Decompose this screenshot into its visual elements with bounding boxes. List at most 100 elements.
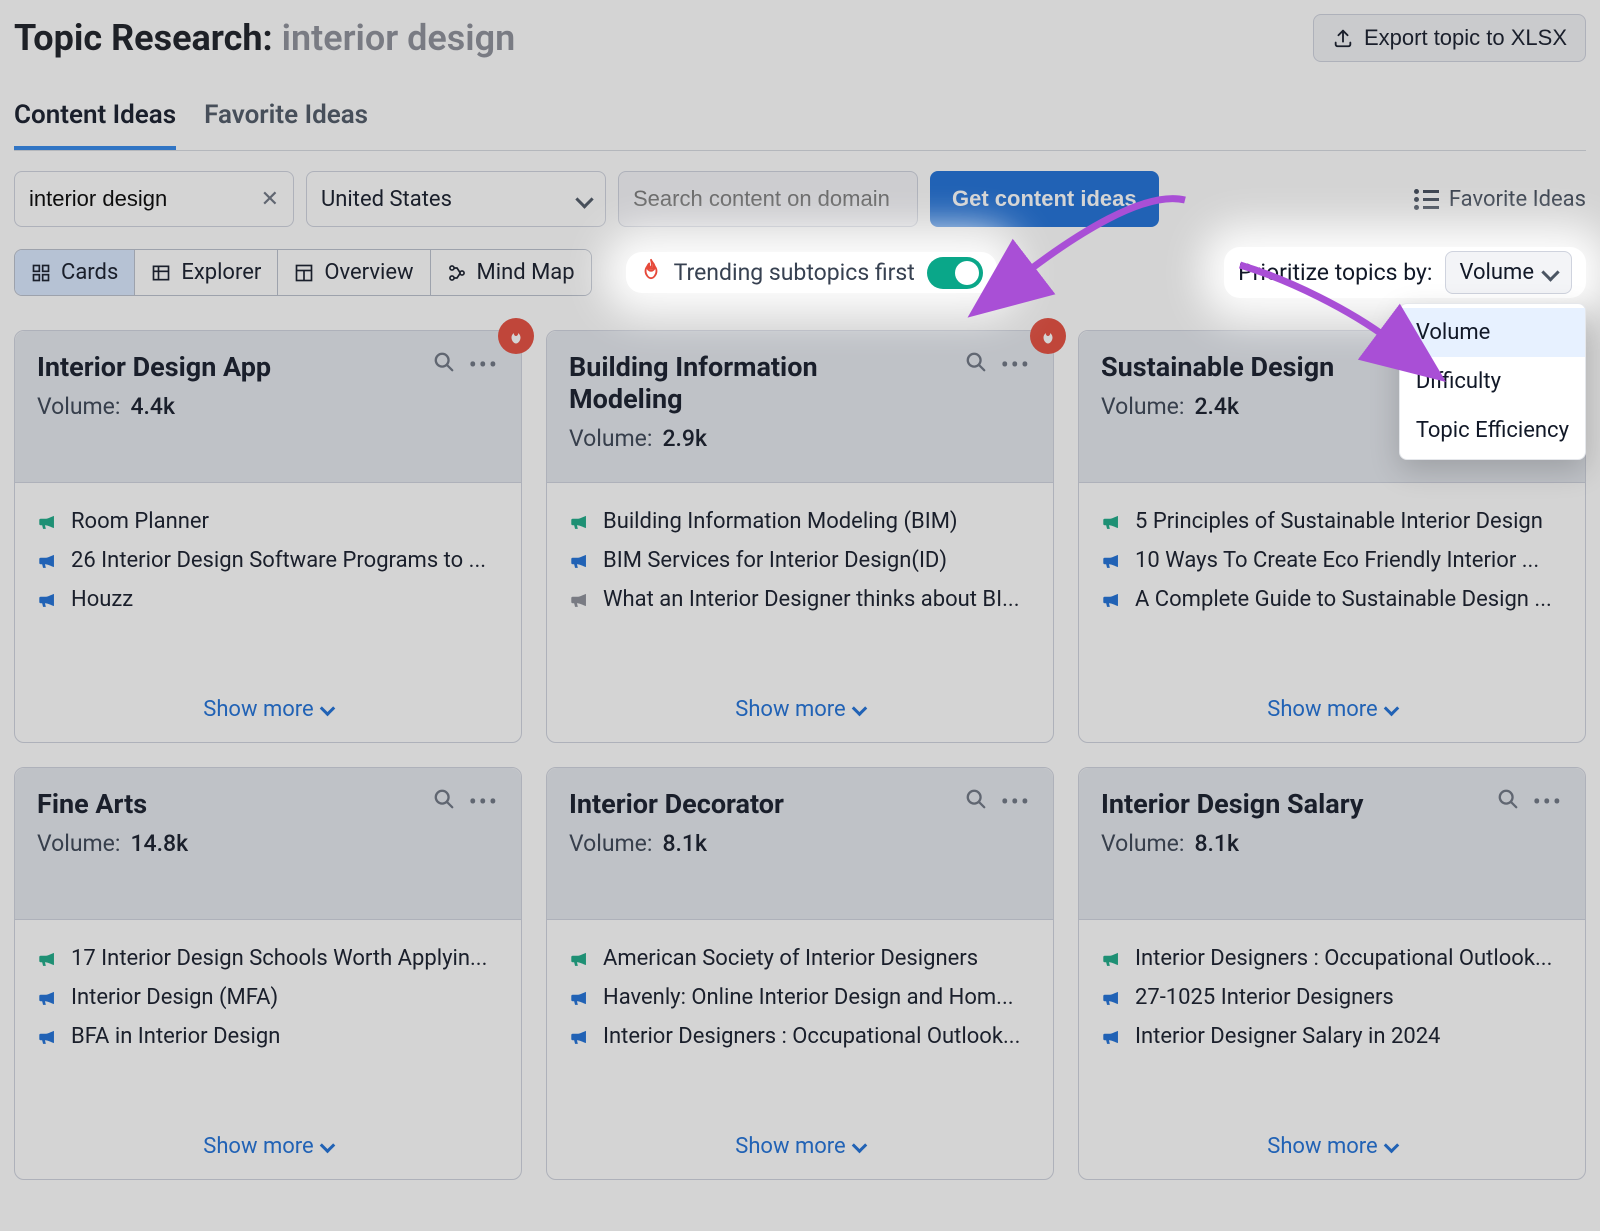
prioritize-select[interactable]: Volume [1445,251,1573,294]
idea-row[interactable]: Interior Designers : Occupational Outloo… [1101,946,1563,971]
export-label: Export topic to XLSX [1364,25,1567,51]
bullhorn-icon [569,948,591,970]
prioritize-option-topic-efficiency[interactable]: Topic Efficiency [1400,406,1585,455]
idea-text: What an Interior Designer thinks about B… [603,587,1020,612]
card-title[interactable]: Interior Decorator [569,788,784,820]
volume-label: Volume: [569,830,652,857]
export-button[interactable]: Export topic to XLSX [1313,14,1586,62]
idea-row[interactable]: BIM Services for Interior Design(ID) [569,548,1031,573]
get-content-ideas-button[interactable]: Get content ideas [930,171,1159,227]
bullhorn-icon [37,511,59,533]
prioritize-dropdown: Volume Difficulty Topic Efficiency [1399,303,1586,460]
view-explorer-button[interactable]: Explorer [135,250,278,295]
view-switcher: Cards Explorer Overview Mind Map [14,249,592,296]
show-more-button[interactable]: Show more [547,1120,1053,1179]
domain-search-wrap[interactable] [618,171,918,227]
favorite-ideas-label: Favorite Ideas [1449,187,1586,212]
tab-favorite-ideas[interactable]: Favorite Ideas [204,100,368,150]
volume-value: 2.4k [1194,393,1239,420]
idea-text: BIM Services for Interior Design(ID) [603,548,947,573]
view-mindmap-button[interactable]: Mind Map [431,250,591,295]
more-icon[interactable]: ••• [1533,788,1563,816]
idea-row[interactable]: 27-1025 Interior Designers [1101,985,1563,1010]
idea-row[interactable]: BFA in Interior Design [37,1024,499,1049]
card-title[interactable]: Interior Design Salary [1101,788,1363,820]
idea-row[interactable]: Houzz [37,587,499,612]
search-icon[interactable] [965,351,987,379]
favorite-ideas-link[interactable]: Favorite Ideas [1414,187,1586,212]
country-select[interactable]: United States [306,171,606,227]
show-more-button[interactable]: Show more [1079,1120,1585,1179]
topic-input[interactable] [29,186,229,212]
prioritize-option-difficulty[interactable]: Difficulty [1400,357,1585,406]
chevron-down-icon [575,190,593,208]
card-head: Building Information Modeling ••• Volume… [547,331,1053,483]
card-body: Interior Designers : Occupational Outloo… [1079,920,1585,1120]
card-title[interactable]: Interior Design App [37,351,271,383]
card-title[interactable]: Sustainable Design [1101,351,1334,383]
bullhorn-icon [37,589,59,611]
view-cards-button[interactable]: Cards [15,250,135,295]
topic-card: Interior Decorator ••• Volume: 8.1k Amer… [546,767,1054,1180]
idea-row[interactable]: Interior Designer Salary in 2024 [1101,1024,1563,1049]
card-title[interactable]: Building Information Modeling [569,351,929,415]
trending-badge-icon [498,318,534,354]
trending-toggle[interactable] [927,257,983,289]
idea-row[interactable]: Building Information Modeling (BIM) [569,509,1031,534]
volume-value: 8.1k [662,830,707,857]
show-more-button[interactable]: Show more [15,683,521,742]
idea-text: Room Planner [71,509,209,534]
idea-text: Interior Designer Salary in 2024 [1135,1024,1440,1049]
more-icon[interactable]: ••• [469,788,499,816]
trending-badge-icon [1030,318,1066,354]
topic-input-wrap[interactable]: ✕ [14,171,294,227]
idea-row[interactable]: 5 Principles of Sustainable Interior Des… [1101,509,1563,534]
idea-text: 5 Principles of Sustainable Interior Des… [1135,509,1543,534]
clear-topic-icon[interactable]: ✕ [261,187,279,212]
show-more-label: Show more [1267,1134,1377,1159]
trending-label: Trending subtopics first [674,259,915,286]
search-icon[interactable] [965,788,987,816]
idea-row[interactable]: A Complete Guide to Sustainable Design .… [1101,587,1563,612]
cards-icon [31,263,51,283]
search-icon[interactable] [1497,788,1519,816]
more-icon[interactable]: ••• [1001,788,1031,816]
idea-row[interactable]: Room Planner [37,509,499,534]
card-head: Fine Arts ••• Volume: 14.8k [15,768,521,920]
trending-toggle-group: Trending subtopics first [626,252,997,293]
card-title[interactable]: Fine Arts [37,788,147,820]
cards-grid: Interior Design App ••• Volume: 4.4k Roo… [14,330,1586,1180]
title-topic: interior design [282,17,516,59]
card-head: Interior Decorator ••• Volume: 8.1k [547,768,1053,920]
idea-row[interactable]: 10 Ways To Create Eco Friendly Interior … [1101,548,1563,573]
bullhorn-icon [1101,987,1123,1009]
show-more-button[interactable]: Show more [15,1120,521,1179]
idea-text: Houzz [71,587,133,612]
prioritize-option-volume[interactable]: Volume [1400,308,1585,357]
bullhorn-icon [37,1026,59,1048]
idea-row[interactable]: What an Interior Designer thinks about B… [569,587,1031,612]
idea-text: American Society of Interior Designers [603,946,978,971]
topic-card: Interior Design App ••• Volume: 4.4k Roo… [14,330,522,743]
idea-row[interactable]: Interior Designers : Occupational Outloo… [569,1024,1031,1049]
more-icon[interactable]: ••• [469,351,499,379]
idea-row[interactable]: American Society of Interior Designers [569,946,1031,971]
show-more-button[interactable]: Show more [1079,683,1585,742]
chevron-down-icon [851,1137,867,1153]
show-more-label: Show more [1267,697,1377,722]
idea-row[interactable]: 26 Interior Design Software Programs to … [37,548,499,573]
idea-text: 17 Interior Design Schools Worth Applyin… [71,946,487,971]
more-icon[interactable]: ••• [1001,351,1031,379]
show-more-button[interactable]: Show more [547,683,1053,742]
search-icon[interactable] [433,788,455,816]
domain-search-input[interactable] [633,186,903,212]
bullhorn-icon [1101,948,1123,970]
idea-row[interactable]: Interior Design (MFA) [37,985,499,1010]
idea-row[interactable]: Havenly: Online Interior Design and Hom.… [569,985,1031,1010]
idea-text: Interior Designers : Occupational Outloo… [603,1024,1020,1049]
search-icon[interactable] [433,351,455,379]
view-overview-button[interactable]: Overview [278,250,430,295]
idea-row[interactable]: 17 Interior Design Schools Worth Applyin… [37,946,499,971]
tab-content-ideas[interactable]: Content Ideas [14,100,176,150]
bullhorn-icon [569,987,591,1009]
